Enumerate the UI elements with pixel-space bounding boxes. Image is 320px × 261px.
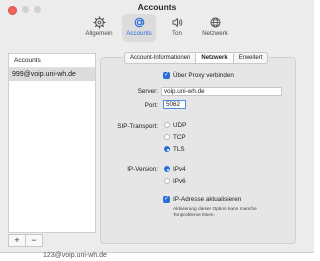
update-ip-checkbox-label: IP-Adresse aktualisieren (173, 196, 242, 203)
toolbar-label-allgemein: Allgemein (85, 30, 113, 37)
port-field[interactable]: 5062 (163, 100, 186, 109)
toolbar-item-accounts[interactable]: Accounts (122, 14, 156, 42)
update-ip-help-line-2: Tonprobleme lösen. (173, 213, 215, 218)
sip-transport-udp-radio[interactable] (164, 122, 170, 128)
server-field[interactable]: voip.uni-wh.de (161, 87, 282, 96)
window-title: Accounts (137, 2, 177, 12)
port-label: Port: (144, 102, 158, 109)
account-list-item[interactable]: 999@voip.uni-wh.de (9, 68, 95, 81)
toolbar-label-ton: Ton (172, 30, 182, 37)
tab-netzwerk[interactable]: Netzwerk (195, 53, 233, 63)
sip-transport-udp-label: UDP (173, 122, 187, 129)
account-tabs: Account-Informationen Netzwerk Erweitert (124, 52, 269, 64)
sip-transport-tcp-radio[interactable] (164, 134, 170, 140)
ip-version-ipv4-radio[interactable] (164, 166, 170, 172)
tab-erweitert[interactable]: Erweitert (232, 53, 268, 63)
tab-account-informationen[interactable]: Account-Informationen (125, 53, 195, 63)
ip-version-ipv6-radio[interactable] (164, 178, 170, 184)
globe-icon (209, 17, 221, 28)
remove-account-button[interactable]: − (25, 235, 42, 246)
speaker-icon (171, 18, 182, 27)
toolbar-label-accounts: Accounts (126, 30, 152, 37)
toolbar-item-allgemein[interactable]: Allgemein (82, 14, 116, 42)
toolbar-label-netzwerk: Netzwerk (202, 30, 228, 37)
sidebar-header: Accounts (9, 54, 95, 68)
sip-transport-tls-label: TLS (173, 146, 185, 153)
preferences-window: Accounts Allgemein Accounts Ton Netzwerk… (0, 0, 314, 253)
server-label: Server: (137, 88, 158, 95)
sip-transport-tcp-label: TCP (173, 134, 186, 141)
ip-version-ipv6-label: IPv6 (173, 178, 186, 185)
sip-transport-label: SIP-Transport: (117, 123, 158, 130)
ip-version-label: IP-Version: (127, 166, 158, 173)
update-ip-checkbox[interactable]: ✓ (163, 196, 170, 203)
proxy-checkbox[interactable]: ✓ (163, 72, 170, 79)
background-window-text: 123@voip.uni-wh.de (43, 252, 107, 259)
gear-icon (92, 16, 106, 29)
sip-transport-tls-radio[interactable] (164, 146, 170, 152)
toolbar-item-ton[interactable]: Ton (162, 14, 192, 42)
proxy-checkbox-label: Über Proxy verbinden (173, 72, 234, 79)
toolbar-item-netzwerk[interactable]: Netzwerk (198, 14, 232, 42)
accounts-sidebar: Accounts 999@voip.uni-wh.de (8, 53, 96, 233)
preferences-toolbar: Allgemein Accounts Ton Netzwerk (0, 14, 314, 44)
add-account-button[interactable]: + (9, 235, 25, 246)
at-icon (134, 17, 144, 28)
account-add-remove-control: + − (8, 234, 43, 247)
ip-version-ipv4-label: IPv4 (173, 166, 186, 173)
